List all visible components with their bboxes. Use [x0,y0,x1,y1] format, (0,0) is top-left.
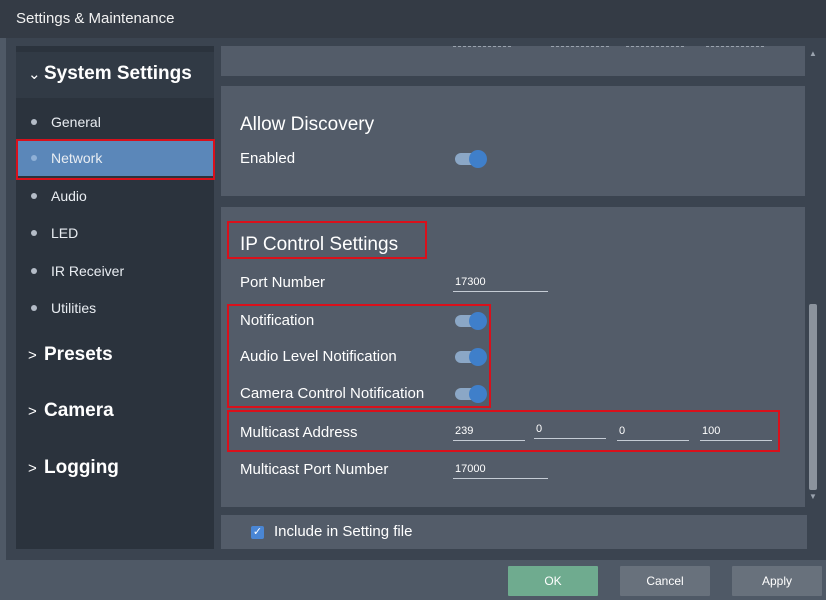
sidebar-item-audio[interactable]: Audio [16,178,214,214]
notification-toggle[interactable] [455,312,487,330]
sidebar-item-label: Utilities [51,300,97,316]
bullet-icon [31,155,37,161]
toggle-knob [469,348,487,366]
bullet-icon [31,305,37,311]
content-scrollbar[interactable]: ▲ ▼ [806,46,820,503]
field-underline [706,46,764,47]
sidebar-section-system-settings[interactable]: ⌄ System Settings [16,52,214,98]
sidebar-section-presets[interactable]: > Presets [16,333,214,379]
audio-level-notification-label: Audio Level Notification [240,348,397,365]
ok-button[interactable]: OK [508,566,598,596]
sidebar-section-logging[interactable]: > Logging [16,446,214,492]
include-label: Include in Setting file [274,523,413,540]
sidebar-item-general[interactable]: General [16,104,214,140]
notification-label: Notification [240,312,315,329]
field-underline [453,46,511,47]
scroll-up-icon[interactable]: ▲ [809,49,817,58]
window-title: Settings & Maintenance [16,10,175,27]
cancel-button[interactable]: Cancel [620,566,710,596]
scroll-thumb[interactable] [809,304,817,490]
sidebar-item-led[interactable]: LED [16,215,214,251]
section-title: IP Control Settings [240,234,399,255]
multicast-address-octet-3[interactable]: 0 [617,421,689,441]
enabled-label: Enabled [240,150,296,167]
toggle-knob [469,150,487,168]
multicast-address-octet-2[interactable]: 0 [534,419,606,439]
section-label: Presets [44,344,113,365]
bullet-icon [31,193,37,199]
sidebar-item-label: LED [51,225,79,241]
section-label: Camera [44,400,114,421]
sidebar: ⌄ System Settings General Network Audio L… [16,46,214,549]
chevron-right-icon: > [28,347,37,364]
multicast-address-label: Multicast Address [240,424,358,441]
bullet-icon [31,230,37,236]
include-checkbox[interactable]: ✓ [251,526,264,539]
toggle-knob [469,312,487,330]
sidebar-item-utilities[interactable]: Utilities [16,290,214,326]
audio-level-notification-toggle[interactable] [455,348,487,366]
chevron-down-icon: ⌄ [28,66,41,83]
title-bar: Settings & Maintenance [0,0,826,38]
sidebar-item-network[interactable]: Network [16,140,214,176]
ip-control-card: IP Control Settings Port Number 17300 No… [221,207,805,507]
footer: OK Cancel Apply [0,560,826,600]
multicast-address-octet-1[interactable]: 239 [453,421,525,441]
port-number-field[interactable]: 17300 [453,272,548,292]
bullet-icon [31,268,37,274]
apply-button[interactable]: Apply [732,566,822,596]
toggle-knob [469,385,487,403]
section-label: Logging [44,457,119,478]
previous-card [221,46,805,76]
section-label: System Settings [44,63,192,84]
multicast-port-label: Multicast Port Number [240,461,389,478]
field-underline [626,46,684,47]
chevron-right-icon: > [28,403,37,420]
port-number-label: Port Number [240,274,326,291]
bullet-icon [31,119,37,125]
camera-control-notification-toggle[interactable] [455,385,487,403]
sidebar-item-label: IR Receiver [51,263,125,279]
include-bar: ✓ Include in Setting file [221,515,807,549]
multicast-address-octet-4[interactable]: 100 [700,421,772,441]
sidebar-item-label: Network [51,150,103,166]
field-underline [551,46,609,47]
content-panel: Allow Discovery Enabled IP Control Setti… [214,46,820,513]
allow-discovery-card: Allow Discovery Enabled [221,86,805,196]
section-title: Allow Discovery [240,114,375,135]
sidebar-item-label: General [51,114,101,130]
multicast-port-field[interactable]: 17000 [453,459,548,479]
chevron-right-icon: > [28,460,37,477]
sidebar-item-label: Audio [51,188,87,204]
enabled-toggle[interactable] [455,150,487,168]
sidebar-item-ir-receiver[interactable]: IR Receiver [16,253,214,289]
sidebar-section-camera[interactable]: > Camera [16,389,214,435]
scroll-down-icon[interactable]: ▼ [809,492,817,501]
camera-control-notification-label: Camera Control Notification [240,385,425,402]
